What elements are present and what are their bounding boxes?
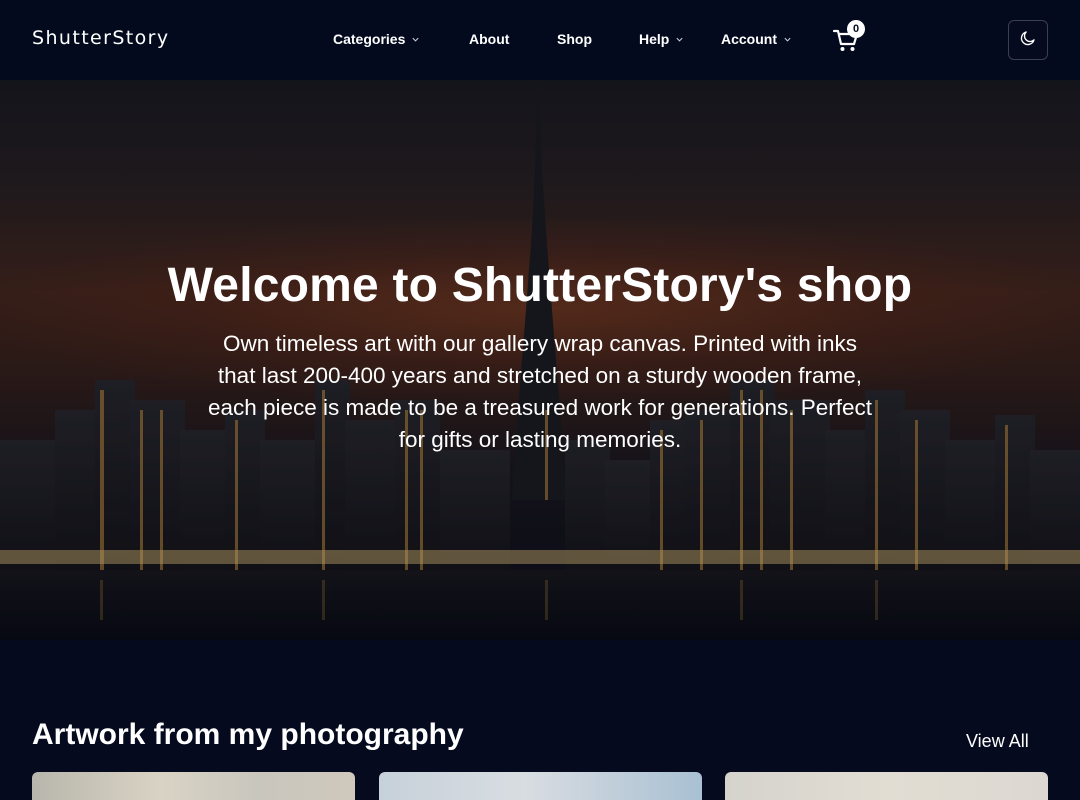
cart-count-badge: 0 [847, 20, 865, 38]
top-navbar: ShutterStory Categories About Shop Help … [0, 0, 1080, 80]
artwork-card[interactable] [725, 772, 1048, 800]
nav-about[interactable]: About [469, 31, 509, 47]
hero-banner: Welcome to ShutterStory's shop Own timel… [0, 80, 1080, 640]
nav-categories-label: Categories [333, 31, 406, 47]
artwork-card[interactable] [32, 772, 355, 800]
nav-categories[interactable]: Categories [333, 31, 420, 47]
hero-description: Own timeless art with our gallery wrap c… [207, 331, 873, 452]
chevron-down-icon [411, 35, 420, 44]
chevron-down-icon [783, 35, 792, 44]
nav-shop-label: Shop [557, 31, 592, 47]
section-title: Artwork from my photography [32, 718, 464, 751]
nav-account[interactable]: Account [721, 31, 792, 47]
chevron-down-icon [675, 35, 684, 44]
nav-about-label: About [469, 31, 510, 47]
theme-toggle-button[interactable] [1008, 20, 1048, 60]
nav-help-label: Help [639, 31, 670, 47]
nav-account-label: Account [721, 31, 777, 47]
view-all-link[interactable]: View All [966, 731, 1029, 752]
nav-shop[interactable]: Shop [557, 31, 592, 47]
nav-help[interactable]: Help [639, 31, 684, 47]
moon-icon [1019, 29, 1037, 52]
artwork-card[interactable] [379, 772, 702, 800]
brand-logo[interactable]: ShutterStory [32, 27, 170, 49]
hero-title: Welcome to ShutterStory's shop [167, 259, 913, 312]
